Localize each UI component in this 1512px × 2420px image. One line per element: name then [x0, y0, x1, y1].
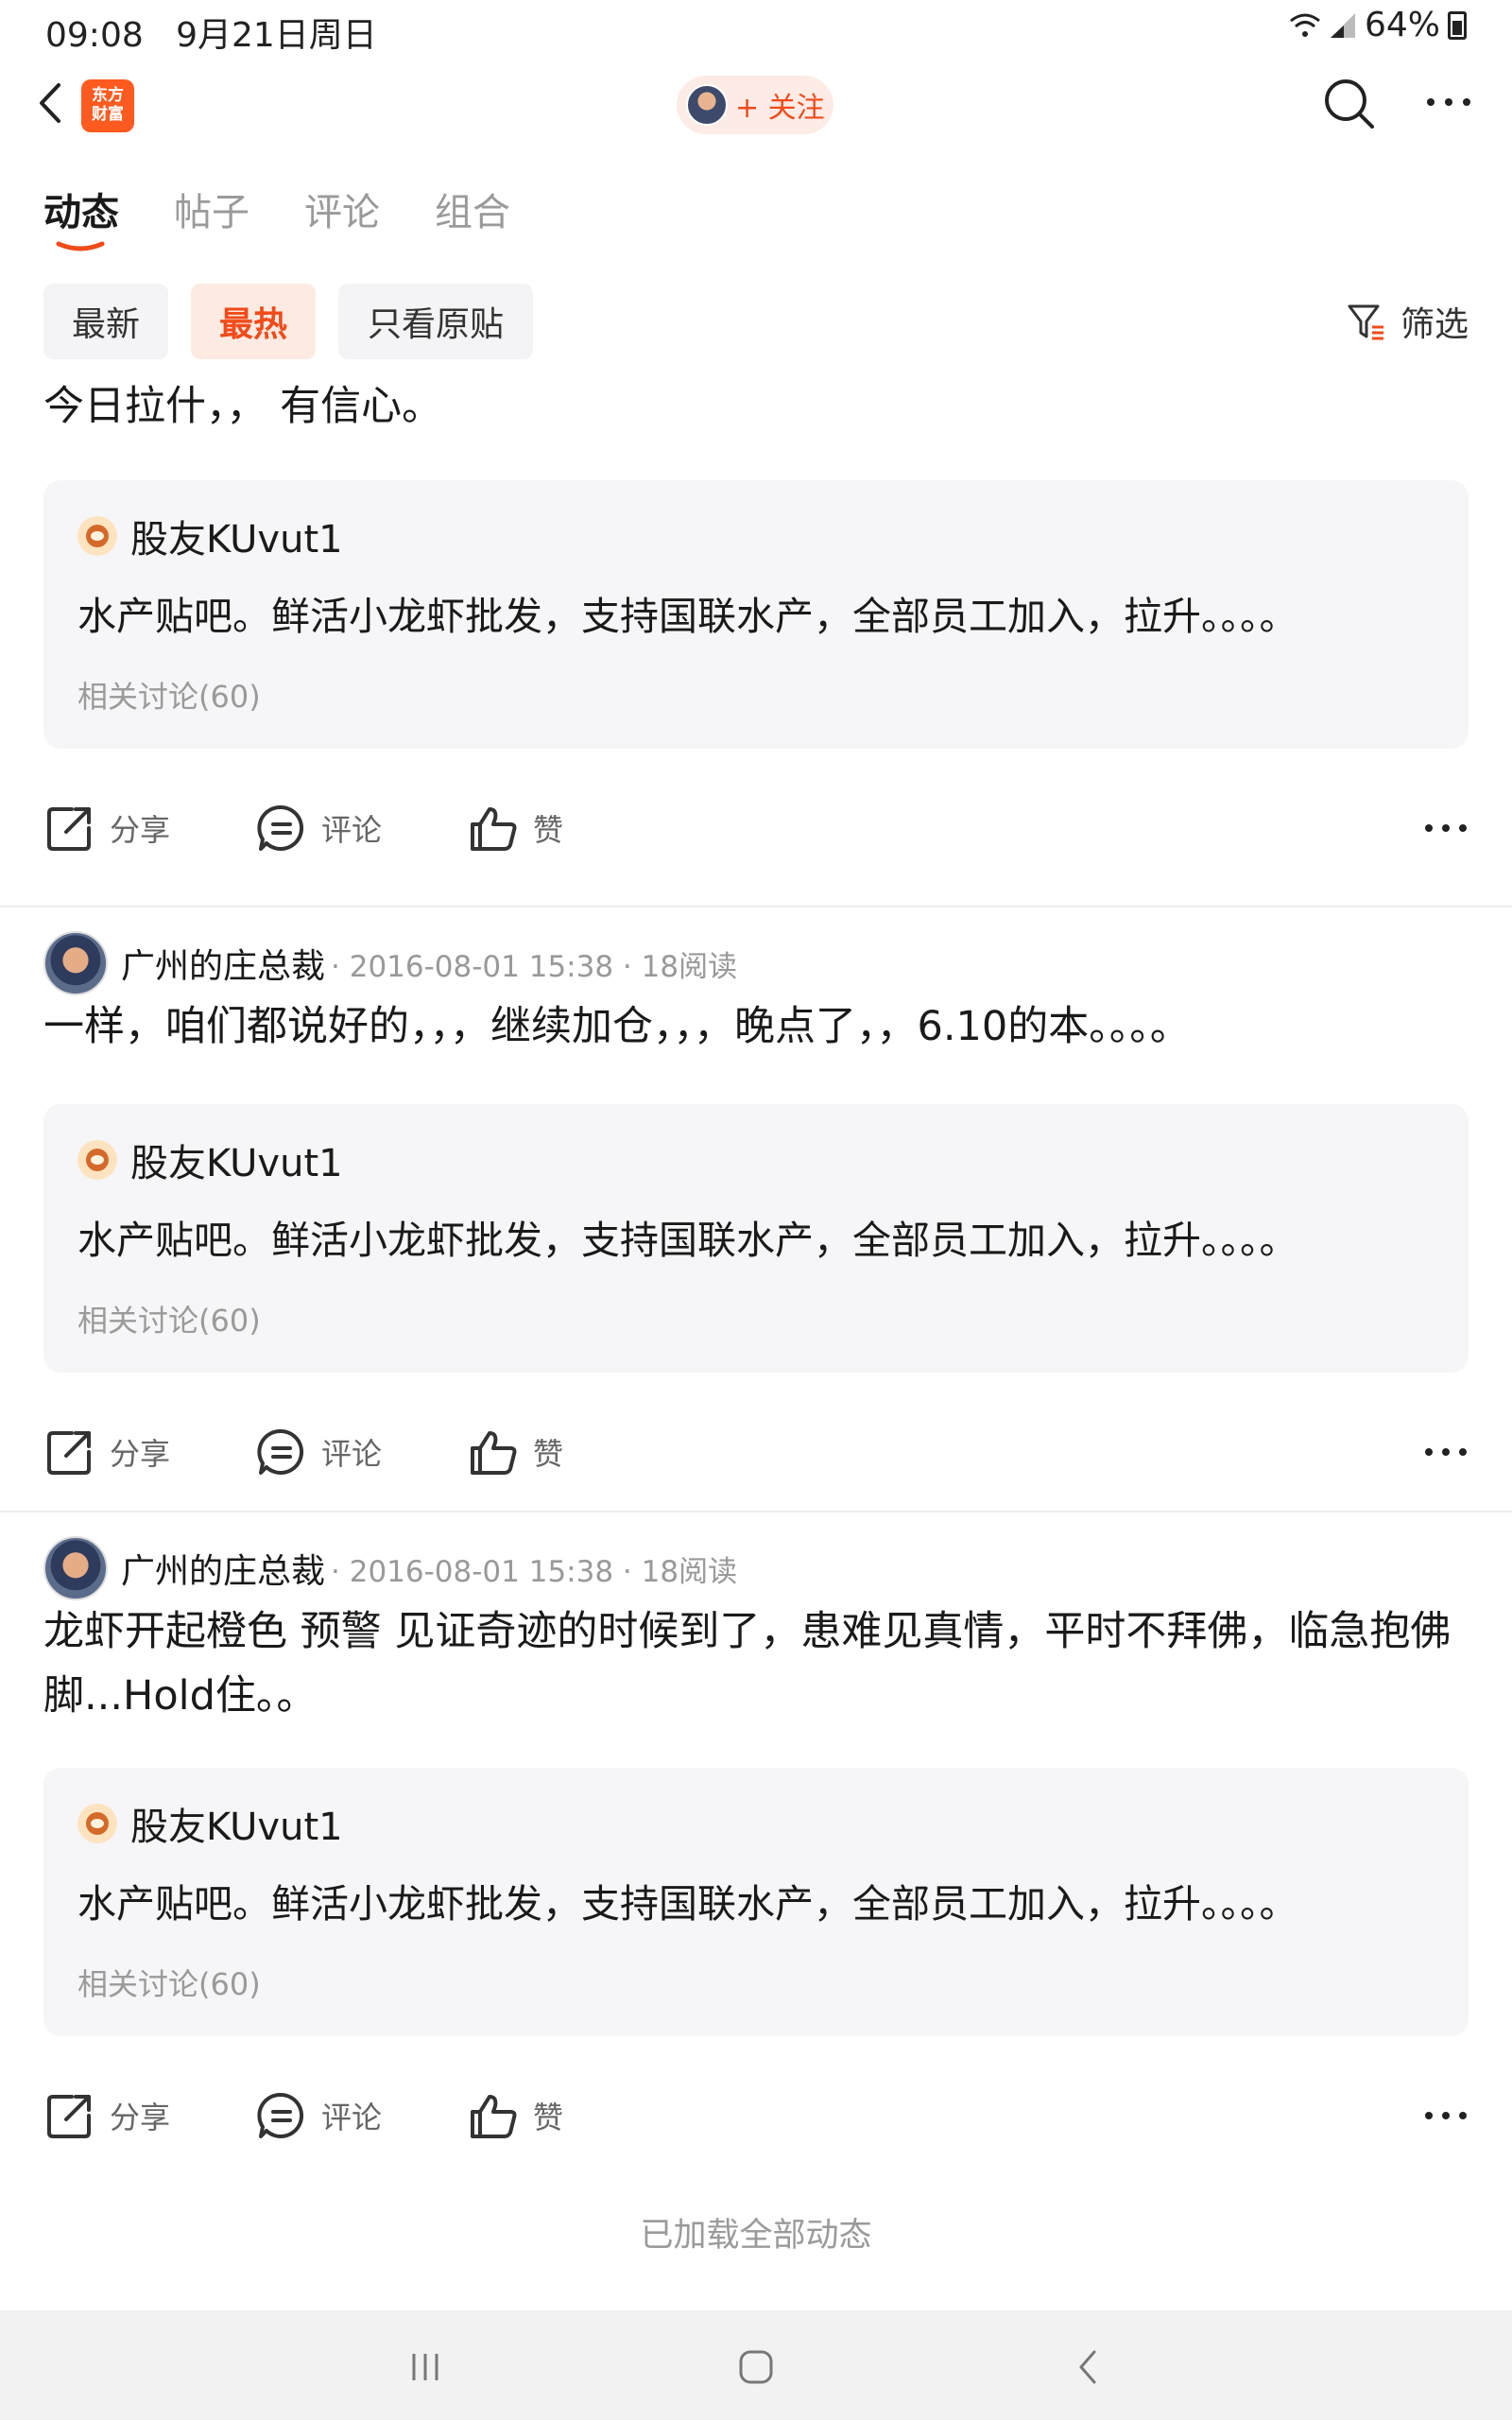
post-body: 今日拉什，， 有信心。 [43, 383, 443, 430]
quoted-post[interactable]: 股友KUvut1 水产贴吧。鲜活小龙虾批发，支持国联水产，全部员工加入，拉升。。… [43, 480, 1469, 749]
status-icons: 64% [1289, 6, 1467, 44]
search-icon[interactable] [1321, 76, 1376, 130]
status-bar: 09:08 9月21日周日 64% [0, 0, 1512, 57]
post-actions: 分享 评论 赞 [43, 1419, 1469, 1485]
post-body: 龙虾开起橙色 预警 见证奇迹的时候到了，患难见真情，平时不拜佛，临急抱佛脚...… [43, 1608, 1452, 1720]
share-button[interactable]: 分享 [43, 1419, 170, 1485]
quote-header: 股友KUvut1 [77, 1132, 343, 1187]
active-tab-indicator [56, 241, 105, 251]
status-time: 09:08 9月21日周日 [45, 16, 377, 55]
post-item[interactable]: 广州的庄总裁 · 2016-08-01 15:38 · 18阅读 龙虾开起橙色 … [0, 1512, 1512, 2174]
quote-header: 股友KUvut1 [77, 1796, 343, 1851]
comment-icon [257, 804, 304, 851]
back-arrow-icon[interactable] [28, 79, 76, 127]
quote-user-avatar [77, 1804, 117, 1843]
system-back-icon[interactable] [1068, 2346, 1109, 2388]
tab-comments[interactable]: 评论 [304, 182, 380, 236]
quote-text: 水产贴吧。鲜活小龙虾批发，支持国联水产，全部员工加入，拉升。。。。 [77, 594, 1298, 639]
feed-end-message: 已加载全部动态 [640, 2217, 872, 2255]
filter-label: 筛选 [1400, 305, 1469, 344]
comment-button[interactable]: 评论 [255, 2083, 382, 2149]
share-button[interactable]: 分享 [43, 2083, 170, 2149]
comment-icon [257, 2092, 304, 2138]
user-avatar [686, 84, 728, 126]
recent-apps-icon[interactable] [404, 2346, 446, 2388]
signal-icon [1330, 12, 1355, 38]
author-name[interactable]: 广州的庄总裁 [121, 939, 325, 988]
post-item[interactable]: 广州的庄总裁 · 2016-08-01 15:38 · 18阅读 一样，咱们都说… [0, 908, 1512, 1512]
follow-button[interactable]: + 关注 [677, 76, 833, 134]
thumbs-up-icon [471, 807, 517, 851]
tab-posts[interactable]: 帖子 [174, 182, 249, 236]
tab-portfolio[interactable]: 组合 [435, 182, 510, 236]
post-header: 广州的庄总裁 · 2016-08-01 15:38 · 18阅读 [43, 930, 737, 996]
quoted-post[interactable]: 股友KUvut1 水产贴吧。鲜活小龙虾批发，支持国联水产，全部员工加入，拉升。。… [43, 1104, 1469, 1373]
post-actions: 分享 评论 赞 [43, 795, 1469, 861]
comment-button[interactable]: 评论 [255, 1419, 382, 1485]
thumbs-up-icon [471, 2095, 517, 2138]
related-discussions[interactable]: 相关讨论(60) [77, 673, 261, 717]
quote-text: 水产贴吧。鲜活小龙虾批发，支持国联水产，全部员工加入，拉升。。。。 [77, 1881, 1298, 1927]
app-logo: 东方 财富 [81, 79, 134, 132]
related-discussions[interactable]: 相关讨论(60) [77, 1961, 261, 2004]
tab-dynamic[interactable]: 动态 [43, 182, 119, 236]
like-button[interactable]: 赞 [467, 795, 563, 861]
battery-icon [1448, 10, 1467, 40]
comment-button[interactable]: 评论 [255, 795, 382, 861]
post-body: 一样，咱们都说好的，，，继续加仓，，，晚点了，，6.10的本。。。。 [43, 1003, 1191, 1050]
quote-user-avatar [77, 516, 117, 556]
post-more-icon[interactable] [1423, 821, 1469, 835]
like-button[interactable]: 赞 [467, 2083, 563, 2149]
nav-bar: 东方 财富 + 关注 [0, 57, 1512, 151]
filter-chip-original-only[interactable]: 只看原贴 [338, 284, 533, 359]
post-more-icon[interactable] [1423, 2109, 1469, 2122]
share-button[interactable]: 分享 [43, 795, 170, 861]
post-meta: · 2016-08-01 15:38 · 18阅读 [331, 1554, 738, 1589]
quote-text: 水产贴吧。鲜活小龙虾批发，支持国联水产，全部员工加入，拉升。。。。 [77, 1218, 1298, 1263]
quote-user-avatar [77, 1140, 117, 1180]
post-more-icon[interactable] [1423, 1445, 1469, 1459]
feed-list: 今日拉什，， 有信心。 股友KUvut1 水产贴吧。鲜活小龙虾批发，支持国联水产… [0, 359, 1512, 2307]
author-avatar[interactable] [43, 1536, 108, 1600]
quote-username: 股友KUvut1 [130, 518, 343, 562]
share-icon [47, 2095, 91, 2138]
post-item[interactable]: 今日拉什，， 有信心。 股友KUvut1 水产贴吧。鲜活小龙虾批发，支持国联水产… [0, 359, 1512, 908]
comment-icon [257, 1428, 304, 1475]
thumbs-up-icon [471, 1431, 517, 1475]
quote-username: 股友KUvut1 [130, 1142, 343, 1185]
share-icon [47, 1431, 91, 1475]
author-avatar[interactable] [43, 931, 108, 995]
filter-chip-latest[interactable]: 最新 [43, 284, 168, 359]
more-options-icon[interactable] [1425, 95, 1472, 110]
tab-bar: 动态 帖子 评论 组合 [0, 170, 1512, 255]
system-navigation-bar [0, 2310, 1512, 2420]
wifi-icon [1290, 13, 1320, 37]
post-actions: 分享 评论 赞 [43, 2083, 1469, 2149]
post-header: 广州的庄总裁 · 2016-08-01 15:38 · 18阅读 [43, 1535, 737, 1601]
post-meta: · 2016-08-01 15:38 · 18阅读 [331, 949, 738, 984]
follow-label: + 关注 [735, 92, 825, 125]
like-button[interactable]: 赞 [467, 1419, 563, 1485]
share-icon [47, 807, 91, 851]
filter-chip-hot[interactable]: 最热 [191, 284, 316, 359]
quote-header: 股友KUvut1 [77, 509, 343, 563]
filter-button[interactable]: 筛选 [1346, 297, 1469, 346]
battery-percent: 64% [1364, 6, 1440, 44]
author-name[interactable]: 广州的庄总裁 [121, 1544, 325, 1593]
related-discussions[interactable]: 相关讨论(60) [77, 1297, 261, 1340]
quoted-post[interactable]: 股友KUvut1 水产贴吧。鲜活小龙虾批发，支持国联水产，全部员工加入，拉升。。… [43, 1768, 1469, 2036]
filter-row: 最新 最热 只看原贴 筛选 [0, 284, 1512, 359]
home-icon[interactable] [735, 2346, 777, 2388]
filter-funnel-icon [1348, 304, 1383, 340]
quote-username: 股友KUvut1 [130, 1806, 343, 1849]
